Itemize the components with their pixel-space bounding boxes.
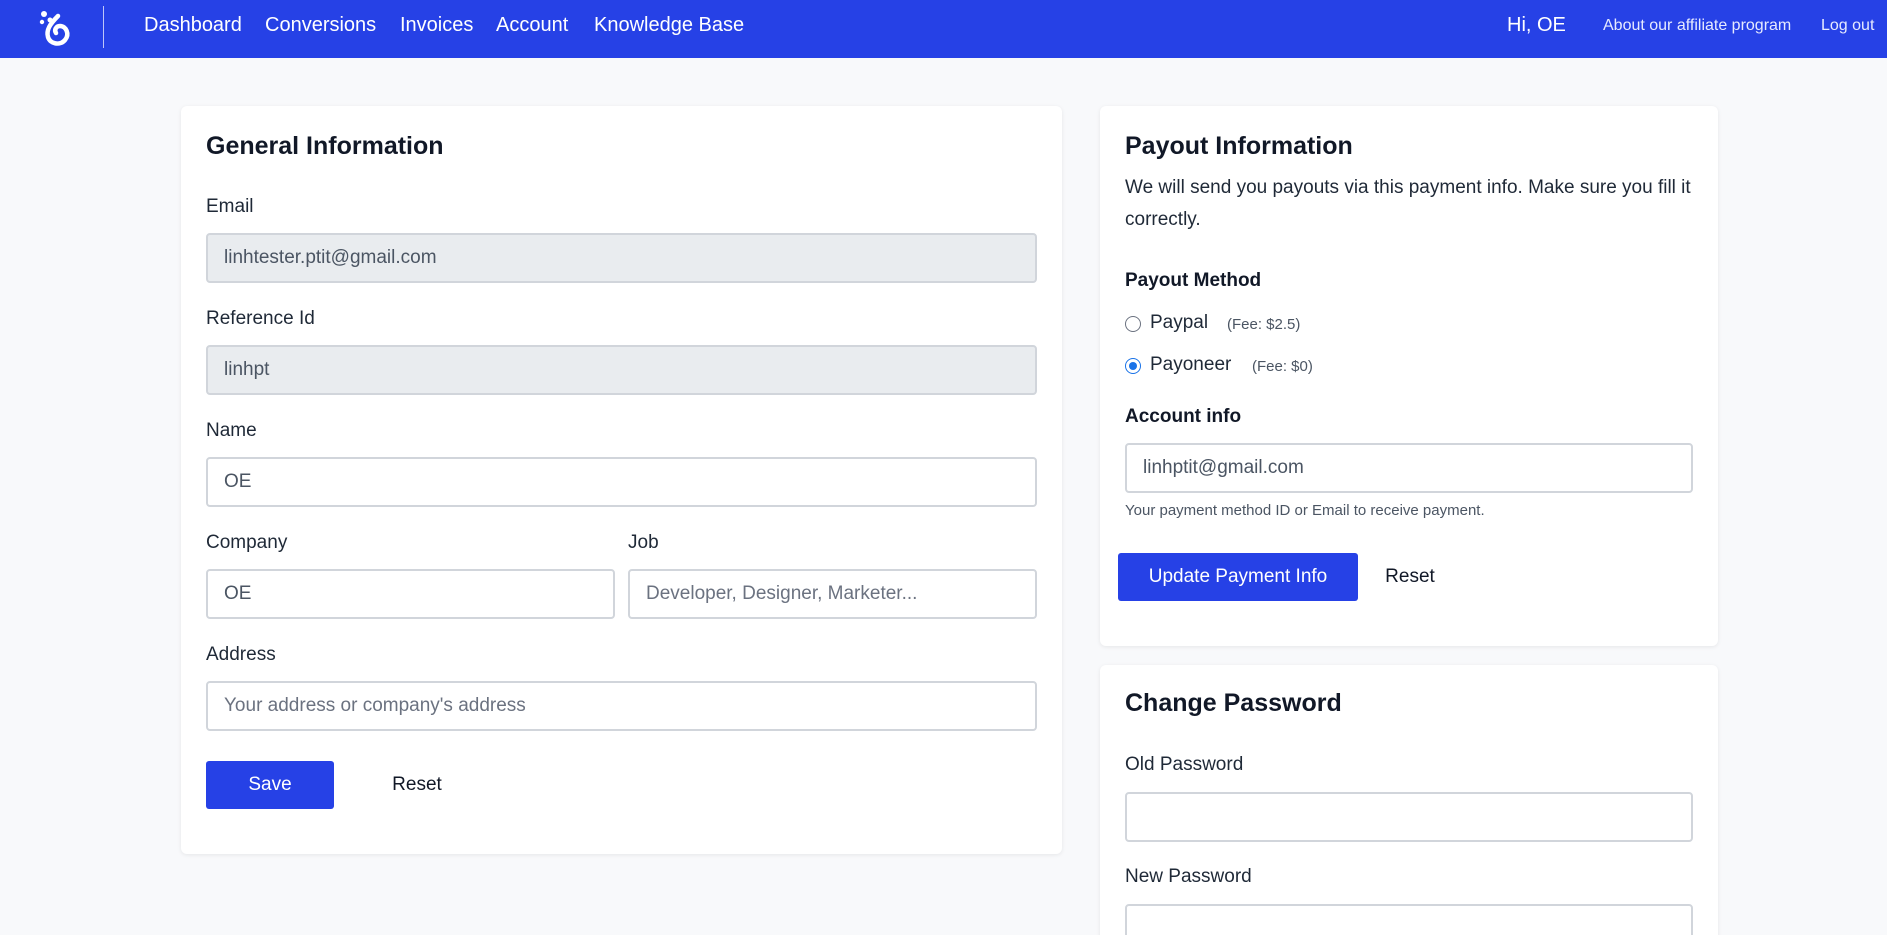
payout-reset-button[interactable]: Reset xyxy=(1370,553,1450,601)
old-password-label: Old Password xyxy=(1125,754,1244,775)
email-field[interactable] xyxy=(206,233,1037,283)
address-field[interactable] xyxy=(206,681,1037,731)
paypal-fee-text: (Fee: $2.5) xyxy=(1227,316,1301,333)
email-label: Email xyxy=(206,196,254,217)
account-info-field[interactable] xyxy=(1125,443,1693,493)
nav-link-invoices[interactable]: Invoices xyxy=(400,14,473,37)
payout-description: We will send you payouts via this paymen… xyxy=(1125,177,1691,230)
account-info-label: Account info xyxy=(1125,406,1242,427)
change-password-card: Change Password Old Password New Passwor… xyxy=(1100,665,1718,935)
reference-id-label: Reference Id xyxy=(206,308,315,329)
nav-link-account[interactable]: Account xyxy=(496,14,568,37)
payoneer-radio[interactable] xyxy=(1125,358,1141,374)
save-button[interactable]: Save xyxy=(206,761,334,809)
brand-logo-icon[interactable] xyxy=(36,6,76,50)
update-payment-info-button[interactable]: Update Payment Info xyxy=(1118,553,1358,601)
payout-method-label: Payout Method xyxy=(1125,270,1262,291)
address-label: Address xyxy=(206,644,276,665)
company-field[interactable] xyxy=(206,569,615,619)
account-info-help-text: Your payment method ID or Email to recei… xyxy=(1125,502,1485,519)
nav-link-knowledge-base[interactable]: Knowledge Base xyxy=(594,14,744,37)
nav-divider xyxy=(103,6,104,48)
nav-link-dashboard[interactable]: Dashboard xyxy=(144,14,242,37)
name-label: Name xyxy=(206,420,257,441)
top-nav-bar: Dashboard Conversions Invoices Account K… xyxy=(0,0,1887,58)
general-reset-button[interactable]: Reset xyxy=(377,761,457,809)
general-information-card: General Information Email Reference Id N… xyxy=(181,106,1062,854)
logout-link[interactable]: Log out xyxy=(1821,17,1874,35)
reference-id-field[interactable] xyxy=(206,345,1037,395)
old-password-field[interactable] xyxy=(1125,792,1693,842)
nav-link-conversions[interactable]: Conversions xyxy=(265,14,376,37)
paypal-radio[interactable] xyxy=(1125,316,1141,332)
job-label: Job xyxy=(628,532,659,553)
payout-information-card: Payout Information We will send you payo… xyxy=(1100,106,1718,646)
payout-information-title: Payout Information xyxy=(1125,132,1353,160)
user-greeting[interactable]: Hi, OE xyxy=(1507,14,1566,37)
general-information-title: General Information xyxy=(206,132,444,160)
payoneer-option-label[interactable]: Payoneer xyxy=(1150,354,1231,376)
affiliate-program-link[interactable]: About our affiliate program xyxy=(1603,17,1791,35)
new-password-label: New Password xyxy=(1125,866,1252,887)
new-password-field[interactable] xyxy=(1125,904,1693,935)
company-label: Company xyxy=(206,532,288,553)
job-field[interactable] xyxy=(628,569,1037,619)
name-field[interactable] xyxy=(206,457,1037,507)
payoneer-fee-text: (Fee: $0) xyxy=(1252,358,1313,375)
paypal-option-label[interactable]: Paypal xyxy=(1150,312,1208,334)
change-password-title: Change Password xyxy=(1125,689,1342,717)
